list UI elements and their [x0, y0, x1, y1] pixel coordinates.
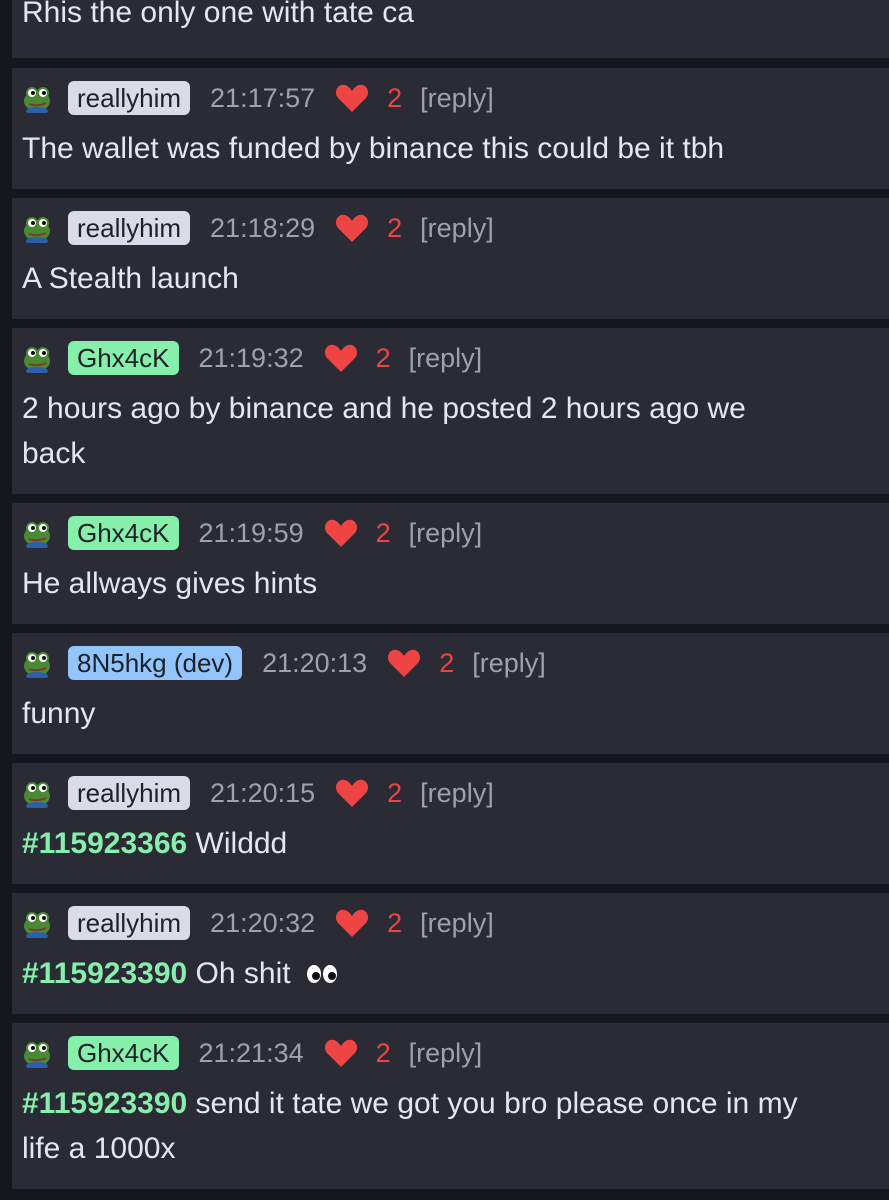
message-text-line: send it tate we got you bro please once … — [195, 1087, 798, 1120]
reply-link[interactable]: [reply] — [420, 778, 494, 809]
message-card: reallyhim 21:20:32 2 [reply] #115923390 … — [12, 893, 889, 1014]
like-count: 2 — [375, 342, 391, 373]
message-body: #115923390 send it tate we got you bro p… — [22, 1081, 889, 1126]
message-body: #115923366 Wilddd — [22, 821, 889, 866]
like-count: 2 — [375, 517, 391, 548]
timestamp: 21:17:57 — [210, 82, 316, 113]
timestamp: 21:19:32 — [198, 342, 304, 373]
username-tag[interactable]: reallyhim — [68, 211, 191, 245]
heart-icon[interactable] — [335, 908, 369, 938]
reply-link[interactable]: [reply] — [409, 518, 483, 549]
like-count: 2 — [387, 212, 403, 243]
heart-icon[interactable] — [335, 778, 369, 808]
message-header: Ghx4cK 21:19:32 2 [reply] — [22, 340, 482, 376]
reply-link[interactable]: [reply] — [420, 213, 494, 244]
username-tag[interactable]: reallyhim — [68, 81, 191, 115]
heart-icon[interactable] — [324, 343, 358, 373]
reply-link[interactable]: [reply] — [472, 648, 546, 679]
message-header: reallyhim 21:20:15 2 [reply] — [22, 775, 494, 811]
heart-icon[interactable] — [387, 648, 421, 678]
eyes-emoji-icon — [306, 965, 337, 983]
message-text: He allways gives hints — [22, 567, 318, 600]
reply-link[interactable]: [reply] — [420, 908, 494, 939]
username-tag[interactable]: Ghx4cK — [68, 516, 179, 550]
frog-avatar-icon[interactable] — [22, 83, 52, 113]
heart-icon[interactable] — [324, 1038, 358, 1068]
reply-link[interactable]: [reply] — [409, 343, 483, 374]
username-tag[interactable]: Ghx4cK — [68, 341, 179, 375]
frog-avatar-icon[interactable] — [22, 648, 52, 678]
timestamp: 21:19:59 — [198, 517, 304, 548]
username-tag[interactable]: reallyhim — [68, 776, 191, 810]
message-card: Ghx4cK 21:19:59 2 [reply] He allways giv… — [12, 503, 889, 624]
message-feed: Rhis the only one with tate ca reallyhim… — [0, 0, 889, 1200]
like-count: 2 — [387, 82, 403, 113]
message-header: Ghx4cK 21:19:59 2 [reply] — [22, 515, 482, 551]
timestamp: 21:20:13 — [262, 647, 368, 678]
timestamp: 21:20:15 — [210, 777, 316, 808]
timestamp: 21:21:34 — [198, 1037, 304, 1068]
frog-avatar-icon[interactable] — [22, 778, 52, 808]
message-body: #115923390 Oh shit — [22, 951, 889, 996]
message-header: reallyhim 21:17:57 2 [reply] — [22, 80, 494, 116]
message-text: Wilddd — [195, 827, 288, 860]
message-card: Ghx4cK 21:19:32 2 [reply] 2 hours ago by… — [12, 328, 889, 494]
message-card: reallyhim 21:18:29 2 [reply] A Stealth l… — [12, 198, 889, 319]
post-reference-link[interactable]: #115923390 — [22, 1087, 187, 1120]
like-count: 2 — [375, 1037, 391, 1068]
frog-avatar-icon[interactable] — [22, 1038, 52, 1068]
message-header: Ghx4cK 21:21:34 2 [reply] — [22, 1035, 482, 1071]
message-card: reallyhim 21:17:57 2 [reply] The wallet … — [12, 68, 889, 189]
timestamp: 21:18:29 — [210, 212, 316, 243]
reply-link[interactable]: [reply] — [420, 83, 494, 114]
timestamp: 21:20:32 — [210, 907, 316, 938]
like-count: 2 — [439, 647, 455, 678]
username-tag[interactable]: reallyhim — [68, 906, 191, 940]
heart-icon[interactable] — [335, 213, 369, 243]
message-text-line: life a 1000x — [22, 1132, 176, 1165]
username-tag[interactable]: 8N5hkg (dev) — [68, 646, 243, 680]
heart-icon[interactable] — [324, 518, 358, 548]
message-text: A Stealth launch — [22, 262, 239, 295]
like-count: 2 — [387, 777, 403, 808]
frog-avatar-icon[interactable] — [22, 518, 52, 548]
heart-icon[interactable] — [335, 83, 369, 113]
reply-link[interactable]: [reply] — [409, 1038, 483, 1069]
frog-avatar-icon[interactable] — [22, 213, 52, 243]
like-count: 2 — [387, 907, 403, 938]
message-text: The wallet was funded by binance this co… — [22, 132, 725, 165]
frog-avatar-icon[interactable] — [22, 343, 52, 373]
message-card: 8N5hkg (dev) 21:20:13 2 [reply] funny — [12, 633, 889, 754]
message-text-line: 2 hours ago by binance and he posted 2 h… — [22, 392, 746, 425]
message-text: funny — [22, 697, 96, 730]
message-card: Ghx4cK 21:21:34 2 [reply] #115923390 sen… — [12, 1023, 889, 1189]
post-reference-link[interactable]: #115923390 — [22, 957, 187, 990]
message-text-line: back — [22, 437, 86, 470]
username-tag[interactable]: Ghx4cK — [68, 1036, 179, 1070]
message-text: Rhis the only one with tate ca — [22, 0, 414, 29]
post-reference-link[interactable]: #115923366 — [22, 827, 187, 860]
message-header: reallyhim 21:20:32 2 [reply] — [22, 905, 494, 941]
message-card: Rhis the only one with tate ca — [12, 0, 889, 58]
message-text: Oh shit — [195, 957, 291, 990]
message-header: reallyhim 21:18:29 2 [reply] — [22, 210, 494, 246]
frog-avatar-icon[interactable] — [22, 908, 52, 938]
message-card: reallyhim 21:20:15 2 [reply] #115923366 … — [12, 763, 889, 884]
message-header: 8N5hkg (dev) 21:20:13 2 [reply] — [22, 645, 546, 681]
